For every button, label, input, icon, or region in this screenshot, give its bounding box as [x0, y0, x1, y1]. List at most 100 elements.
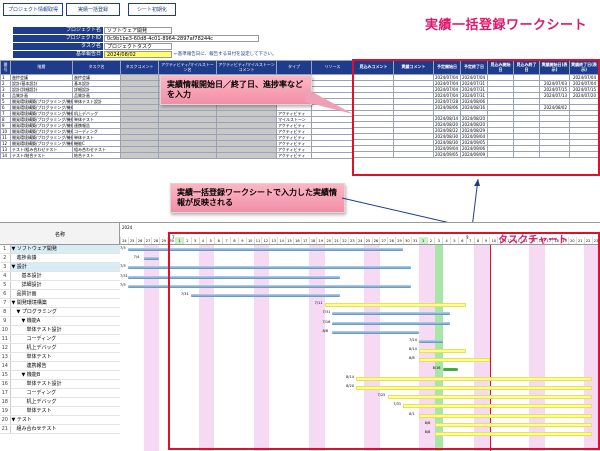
- timeline-year: 2024: [122, 225, 133, 230]
- project-id-field[interactable]: 0c9b1be3-60d8-4c01-8964-2897af78244c: [104, 35, 259, 42]
- get-project-info-button[interactable]: プロジェクト情報取得: [3, 3, 63, 16]
- gantt-row-number: 16: [0, 379, 11, 390]
- gantt-row-number: 20: [0, 415, 11, 426]
- gantt-row[interactable]: 7 ▼ 開発環境構築: [0, 298, 120, 309]
- task-cell[interactable]: アクティビティ: [276, 152, 312, 159]
- task-col-header: リソース: [311, 60, 354, 75]
- gantt-row-name: ▼ プログラミング: [10, 307, 120, 318]
- gantt-row[interactable]: 11 コーディング: [0, 334, 120, 345]
- task-cell[interactable]: 開発環境構築/プログラミング/機能: [10, 140, 73, 147]
- base-report-date-field[interactable]: 2024/08/02: [104, 51, 172, 58]
- gantt-bar[interactable]: [143, 257, 160, 261]
- gantt-row[interactable]: 4 基本設計: [0, 271, 120, 282]
- timeline-day: 26: [135, 237, 144, 244]
- gantt-bar-label: 7/31: [120, 273, 128, 278]
- sheet-title: 実績一括登録ワークシート: [425, 18, 588, 33]
- task-cell[interactable]: [216, 152, 277, 159]
- gantt-row-name: 単体テスト設計: [10, 325, 120, 336]
- gantt-row-number: 18: [0, 397, 11, 408]
- gantt-row-name: 単体テスト: [10, 406, 120, 417]
- gantt-row-number: 7: [0, 298, 11, 309]
- gantt-row[interactable]: 3 ▼ 設計: [0, 262, 120, 273]
- task-cell[interactable]: 開発環境構築/プログラミング/機能: [10, 134, 73, 141]
- gantt-row-name: コーディング: [10, 334, 120, 345]
- task-name-label: タスク名: [13, 43, 103, 50]
- task-cell[interactable]: 開発環境構築/プログラミング/機能: [10, 110, 73, 117]
- project-name-field[interactable]: ソフトウェア開発: [104, 27, 172, 34]
- task-col-header: 階層: [10, 60, 73, 75]
- task-cell[interactable]: 開発環境構築/プログラミング/機能A/コーディング: [10, 104, 73, 111]
- gantt-row-name: 机上デバッグ: [10, 397, 120, 408]
- task-cell[interactable]: 開発環境構築/プログラミング/機能: [10, 116, 73, 123]
- gantt-row-name: 単体テスト: [10, 352, 120, 363]
- gantt-row-name: ▼ ソフトウェア開発: [10, 245, 120, 255]
- task-cell[interactable]: [120, 152, 159, 159]
- gantt-row[interactable]: 8 ▼ プログラミング: [0, 307, 120, 318]
- gantt-row[interactable]: 18 机上デバッグ: [0, 397, 120, 408]
- gantt-row-name: コーディング: [10, 388, 120, 399]
- task-cell[interactable]: 結合テスト: [72, 152, 121, 159]
- gantt-row-number: 19: [0, 406, 11, 417]
- task-cell[interactable]: 開発環境構築/プログラミング/機能: [10, 128, 73, 135]
- task-cell[interactable]: 開発環境構築/プログラミング/機能: [10, 122, 73, 129]
- gantt-row[interactable]: 14 連携報告: [0, 361, 120, 372]
- gantt-row[interactable]: 9 ▼ 機能A: [0, 316, 120, 327]
- gantt-bar-label: 7/3: [120, 246, 126, 250]
- gantt-row-number: 9: [0, 316, 11, 327]
- initialize-sheet-button[interactable]: シート初期化: [128, 3, 176, 16]
- gantt-row-name: 詳細設計: [10, 280, 120, 291]
- gantt-row[interactable]: 20 ▼ テスト: [0, 415, 120, 426]
- timeline-day: 25: [127, 237, 136, 244]
- gantt-row[interactable]: 12 机上デバッグ: [0, 343, 120, 354]
- bulk-register-button[interactable]: 実績一括登録: [66, 3, 120, 16]
- gantt-row[interactable]: 21 組み合わせテスト: [0, 424, 120, 435]
- reflect-callout: 実績一括登録ワークシートで入力した実績情報が反映される: [170, 183, 345, 213]
- timeline-day: 28: [151, 237, 159, 244]
- gantt-row-name: 基本設計: [10, 271, 120, 282]
- gantt-row-number: 12: [0, 343, 11, 354]
- task-row: 14 テスト/結合テスト 結合テスト アクティビティ: [0, 152, 354, 159]
- gantt-row[interactable]: 10 単体テスト設計: [0, 325, 120, 336]
- gantt-row-number: 1: [0, 245, 11, 255]
- gantt-row[interactable]: 17 コーディング: [0, 388, 120, 399]
- gantt-row-name: 進捗会議: [10, 253, 120, 264]
- gantt-row-number: 13: [0, 352, 11, 363]
- task-name-field[interactable]: プロジェクトタスク: [104, 43, 172, 50]
- gantt-row-name: 品質計画: [10, 289, 120, 300]
- gantt-row-name: ▼ 開発環境構築: [10, 298, 120, 309]
- base-report-date-note: ←基準報告日に、報告する日付を設定して下さい。: [174, 52, 277, 57]
- gantt-bar-label: 7/4: [133, 255, 140, 260]
- gantt-row-number: 3: [0, 262, 11, 273]
- gantt-row[interactable]: 19 単体テスト: [0, 406, 120, 417]
- task-cell[interactable]: 14: [0, 152, 11, 159]
- gantt-row-name: ▼ テスト: [10, 415, 120, 426]
- gantt-row[interactable]: 15 ▼ 機能B: [0, 370, 120, 381]
- task-col-header: タスクコメント: [120, 60, 159, 75]
- timeline-day: 29: [159, 237, 167, 244]
- gantt-row-number: 2: [0, 253, 11, 264]
- gantt-row[interactable]: 2 進捗会議: [0, 253, 120, 264]
- task-cell[interactable]: テスト/結合テスト: [10, 152, 73, 159]
- gantt-row-name: 単体テスト設計: [10, 379, 120, 390]
- input-area-highlight: [352, 59, 600, 176]
- gantt-row[interactable]: 13 単体テスト: [0, 352, 120, 363]
- gantt-row-number: 14: [0, 361, 11, 372]
- gantt-row-number: 5: [0, 280, 11, 291]
- gantt-row-number: 21: [0, 424, 11, 435]
- gantt-row[interactable]: 16 単体テスト設計: [0, 379, 120, 390]
- task-cell[interactable]: [311, 152, 354, 159]
- task-cell[interactable]: 開発環境構築/プログラミング/機能A/単体テスト設計: [10, 98, 73, 105]
- gantt-row-number: 11: [0, 334, 11, 345]
- project-name-label: プロジェクト名: [13, 27, 103, 34]
- gantt-row[interactable]: 5 詳細設計: [0, 280, 120, 291]
- base-report-date-label: 基準報告日: [13, 51, 103, 58]
- gantt-row[interactable]: 6 品質計画: [0, 289, 120, 300]
- gantt-row-number: 17: [0, 388, 11, 399]
- timeline-day: 24: [120, 237, 128, 244]
- gantt-row-name: ▼ 機能A: [10, 316, 120, 327]
- gantt-row-number: 10: [0, 325, 11, 336]
- timeline-day: 27: [143, 237, 152, 244]
- gantt-row[interactable]: 1 ▼ ソフトウェア開発: [0, 245, 120, 255]
- task-cell[interactable]: [158, 152, 217, 159]
- task-col-header: 番号: [0, 60, 11, 75]
